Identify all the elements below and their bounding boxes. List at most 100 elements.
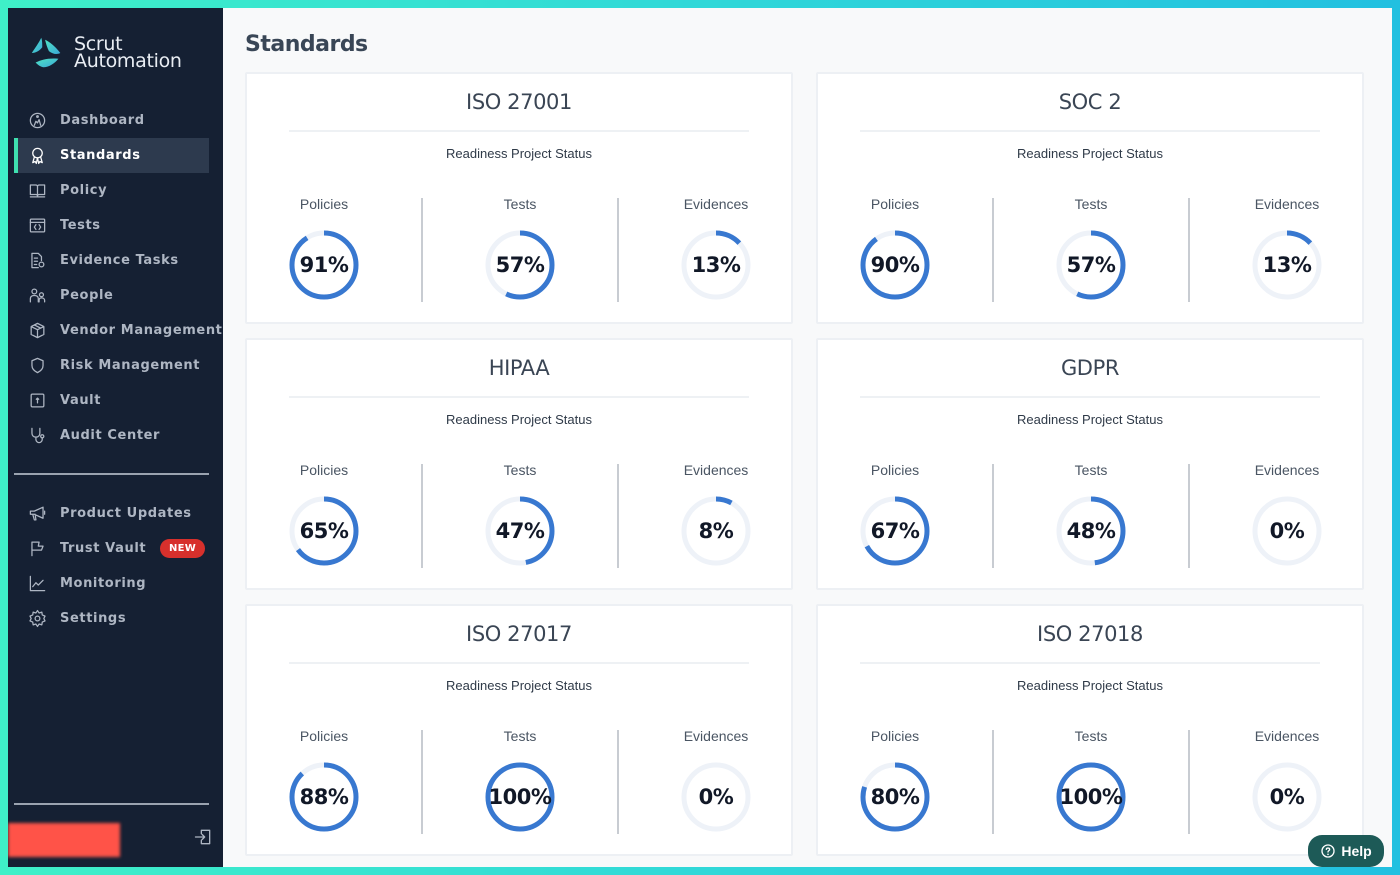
metric-evidences: Evidences 13%: [646, 196, 786, 302]
percent-value: 100%: [1059, 785, 1123, 809]
metric-label: Evidences: [1254, 462, 1320, 478]
percent-value: 13%: [691, 253, 741, 277]
standard-title: ISO 27001: [466, 90, 572, 114]
standard-title: HIPAA: [488, 356, 550, 380]
progress-ring: 13%: [679, 228, 753, 302]
metric-label: Tests: [1074, 196, 1108, 212]
sidebar-item-monitoring[interactable]: Monitoring: [8, 566, 223, 601]
sidebar-item-vault[interactable]: Vault: [8, 383, 223, 418]
percent-value: 0%: [1269, 785, 1305, 809]
scrut-logo-icon: [31, 37, 61, 68]
metric-separator: [992, 464, 994, 568]
metric-label: Tests: [1074, 462, 1108, 478]
help-button[interactable]: Help: [1308, 835, 1384, 867]
metric-tests: Tests 57%: [450, 196, 590, 302]
progress-ring: 13%: [1250, 228, 1324, 302]
readiness-subtitle: Readiness Project Status: [1017, 412, 1163, 427]
percent-value: 48%: [1066, 519, 1116, 543]
metric-policies: Policies 88%: [254, 728, 394, 834]
award-icon: [27, 146, 47, 166]
metric-label: Tests: [503, 196, 537, 212]
people-icon: [27, 286, 47, 306]
standard-card-iso-27001[interactable]: ISO 27001 Readiness Project Status Polici…: [245, 72, 793, 324]
standard-card-iso-27017[interactable]: ISO 27017 Readiness Project Status Polici…: [245, 604, 793, 856]
metric-separator: [992, 198, 994, 302]
sidebar-item-standards[interactable]: Standards: [14, 138, 209, 173]
metric-policies: Policies 91%: [254, 196, 394, 302]
sidebar-item-vendor-management[interactable]: Vendor Management: [8, 313, 223, 348]
metric-label: Policies: [299, 728, 349, 744]
standard-title: ISO 27017: [466, 622, 572, 646]
sidebar-item-label: Settings: [60, 611, 127, 626]
sidebar-item-label: Risk Management: [60, 358, 201, 373]
metric-separator: [421, 730, 423, 834]
sidebar-item-dashboard[interactable]: Dashboard: [8, 103, 223, 138]
gear-icon: [27, 609, 47, 629]
sidebar-item-label: Trust Vault: [60, 541, 147, 556]
metric-tests: Tests 57%: [1021, 196, 1161, 302]
standard-title: ISO 27018: [1037, 622, 1143, 646]
sidebar-item-product-updates[interactable]: Product Updates: [8, 496, 223, 531]
metric-label: Evidences: [683, 462, 749, 478]
sidebar-divider: [14, 473, 209, 475]
metric-label: Tests: [503, 728, 537, 744]
progress-ring: 47%: [483, 494, 557, 568]
percent-value: 8%: [698, 519, 734, 543]
metric-evidences: Evidences 0%: [1217, 728, 1357, 834]
sidebar-item-risk-management[interactable]: Risk Management: [8, 348, 223, 383]
sidebar-item-tests[interactable]: Tests: [8, 208, 223, 243]
metric-evidences: Evidences 13%: [1217, 196, 1357, 302]
standard-card-hipaa[interactable]: HIPAA Readiness Project Status Policies 6…: [245, 338, 793, 590]
title-divider: [860, 662, 1320, 664]
sidebar-item-label: Evidence Tasks: [60, 253, 179, 268]
standard-card-iso-27018[interactable]: ISO 27018 Readiness Project Status Polici…: [816, 604, 1364, 856]
metric-tests: Tests 100%: [1021, 728, 1161, 834]
metric-separator: [617, 198, 619, 302]
book-icon: [27, 181, 47, 201]
brand-logo[interactable]: Scrut Automation: [28, 34, 182, 72]
sidebar-item-label: Tests: [60, 218, 101, 233]
sidebar-bottom-divider: [14, 803, 209, 805]
metric-separator: [1188, 198, 1190, 302]
logout-button[interactable]: [193, 827, 215, 849]
title-divider: [289, 662, 749, 664]
progress-ring: 100%: [1054, 760, 1128, 834]
sidebar-item-evidence-tasks[interactable]: Evidence Tasks: [8, 243, 223, 278]
standard-title: GDPR: [1060, 356, 1120, 380]
metric-evidences: Evidences 8%: [646, 462, 786, 568]
percent-value: 67%: [870, 519, 920, 543]
standard-card-soc-2[interactable]: SOC 2 Readiness Project Status Policies 9…: [816, 72, 1364, 324]
chart-line-icon: [27, 574, 47, 594]
help-label: Help: [1341, 843, 1372, 859]
document-check-icon: [27, 251, 47, 271]
sidebar-item-audit-center[interactable]: Audit Center: [8, 418, 223, 453]
user-profile-redacted[interactable]: [8, 823, 120, 857]
sidebar-item-people[interactable]: People: [8, 278, 223, 313]
title-divider: [289, 130, 749, 132]
sidebar-item-settings[interactable]: Settings: [8, 601, 223, 636]
progress-ring: 0%: [679, 760, 753, 834]
metric-separator: [1188, 730, 1190, 834]
app-window: Scrut Automation Dashboard Standards Pol…: [8, 8, 1392, 867]
percent-value: 0%: [1269, 519, 1305, 543]
standard-card-gdpr[interactable]: GDPR Readiness Project Status Policies 67…: [816, 338, 1364, 590]
sidebar-item-policy[interactable]: Policy: [8, 173, 223, 208]
sidebar-item-label: Vendor Management: [60, 323, 223, 338]
metric-evidences: Evidences 0%: [1217, 462, 1357, 568]
percent-value: 90%: [870, 253, 920, 277]
help-circle-icon: [1321, 844, 1335, 858]
metric-separator: [617, 730, 619, 834]
metric-policies: Policies 90%: [825, 196, 965, 302]
flag-icon: [27, 539, 47, 559]
metric-label: Tests: [1074, 728, 1108, 744]
percent-value: 91%: [299, 253, 349, 277]
megaphone-icon: [27, 504, 47, 524]
metric-label: Tests: [503, 462, 537, 478]
sidebar-item-trust-vault[interactable]: Trust Vault NEW: [8, 531, 223, 566]
metric-label: Evidences: [683, 196, 749, 212]
new-badge: NEW: [160, 539, 206, 558]
brand-name-line2: Automation: [74, 50, 182, 72]
sidebar-item-label: Policy: [60, 183, 108, 198]
metric-policies: Policies 80%: [825, 728, 965, 834]
sidebar-item-label: Product Updates: [60, 506, 192, 521]
